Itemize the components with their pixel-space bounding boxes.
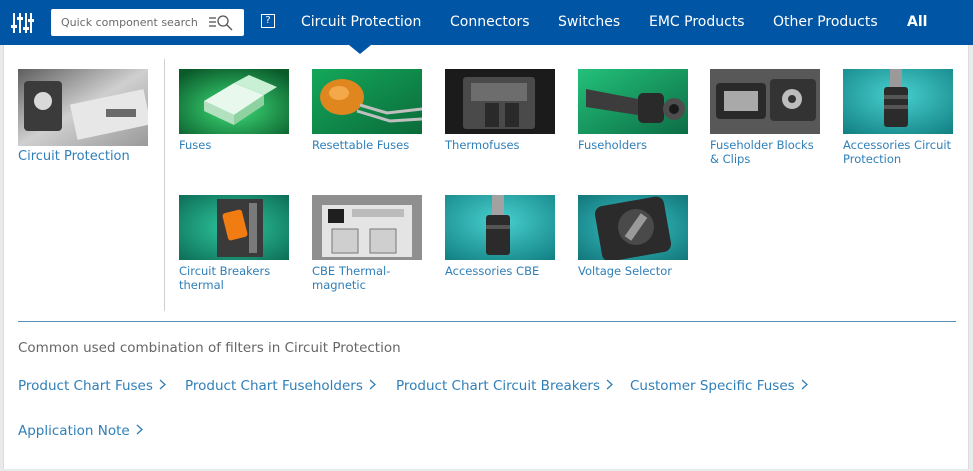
fuses-image <box>179 69 289 134</box>
link-application-note[interactable]: Application Note <box>18 423 143 439</box>
accessories-cbe-image <box>445 195 555 260</box>
mega-menu-panel: Circuit Protection Fuses Resettable Fuse… <box>3 45 969 469</box>
link-label: Product Chart Fuses <box>18 378 153 394</box>
nav-emc-products[interactable]: EMC Products <box>649 14 745 30</box>
tile-label: Fuseholders <box>578 138 647 152</box>
tile-label: Accessories Circuit Protection <box>843 138 952 166</box>
fuseholders-image <box>578 69 688 134</box>
tile-fuseholders[interactable]: Fuseholders <box>578 69 688 152</box>
top-navbar: ? Circuit Protection Connectors Switches… <box>0 0 973 45</box>
thermofuses-image <box>445 69 555 134</box>
accessories-image <box>843 69 953 134</box>
filters-title: Common used combination of filters in Ci… <box>18 340 401 356</box>
circuit-protection-image[interactable] <box>18 69 148 146</box>
tile-fuses[interactable]: Fuses <box>179 69 289 152</box>
resettable-fuses-image <box>312 69 422 134</box>
category-label[interactable]: Circuit Protection <box>18 150 148 164</box>
tile-label: Thermofuses <box>445 138 520 152</box>
link-product-chart-fuses[interactable]: Product Chart Fuses <box>18 378 166 394</box>
tile-accessories-cbe[interactable]: Accessories CBE <box>445 195 555 278</box>
nav-circuit-protection[interactable]: Circuit Protection <box>301 14 421 30</box>
tile-cbe-thermal-magnetic[interactable]: CBE Thermal-magnetic <box>312 195 422 292</box>
horizontal-divider <box>18 321 956 322</box>
tile-thermofuses[interactable]: Thermofuses <box>445 69 555 152</box>
cbe-thermal-magnetic-image <box>312 195 422 260</box>
link-label: Product Chart Fuseholders <box>185 378 363 394</box>
voltage-selector-image <box>578 195 688 260</box>
link-label: Product Chart Circuit Breakers <box>396 378 601 394</box>
tile-label: CBE Thermal-magnetic <box>312 264 391 292</box>
link-product-chart-circuit-breakers[interactable]: Product Chart Circuit Breakers <box>396 378 613 394</box>
nav-connectors[interactable]: Connectors <box>450 14 530 30</box>
nav-switches[interactable]: Switches <box>558 14 620 30</box>
link-label: Application Note <box>18 423 130 439</box>
link-label: Customer Specific Fuses <box>630 378 795 394</box>
vertical-divider <box>164 59 165 311</box>
link-product-chart-fuseholders[interactable]: Product Chart Fuseholders <box>185 378 376 394</box>
tile-label: Fuseholder Blocks & Clips <box>710 138 814 166</box>
chevron-right-icon <box>136 423 143 439</box>
tile-label: Fuses <box>179 138 212 152</box>
search-icon[interactable] <box>208 14 234 31</box>
active-nav-caret <box>349 45 371 54</box>
tile-label: Accessories CBE <box>445 264 540 278</box>
tile-accessories-circuit-protection[interactable]: Accessories Circuit Protection <box>843 69 953 166</box>
tile-resettable-fuses[interactable]: Resettable Fuses <box>312 69 422 152</box>
search-input[interactable] <box>61 16 201 29</box>
fuseholder-blocks-image <box>710 69 820 134</box>
circuit-breakers-image <box>179 195 289 260</box>
sliders-icon <box>11 12 34 33</box>
nav-other-products[interactable]: Other Products <box>773 14 878 30</box>
chevron-right-icon <box>369 378 376 394</box>
chevron-right-icon <box>801 378 808 394</box>
search-box <box>51 9 244 36</box>
tile-fuseholder-blocks-clips[interactable]: Fuseholder Blocks & Clips <box>710 69 820 166</box>
chevron-right-icon <box>159 378 166 394</box>
nav-all[interactable]: All <box>907 14 927 30</box>
tile-label: Circuit Breakers thermal <box>179 264 271 292</box>
filters-menu-button[interactable] <box>0 0 44 45</box>
tile-label: Resettable Fuses <box>312 138 410 152</box>
tile-voltage-selector[interactable]: Voltage Selector <box>578 195 688 278</box>
tile-circuit-breakers-thermal[interactable]: Circuit Breakers thermal <box>179 195 289 292</box>
help-icon[interactable]: ? <box>261 14 275 28</box>
link-customer-specific-fuses[interactable]: Customer Specific Fuses <box>630 378 808 394</box>
tile-label: Voltage Selector <box>578 264 673 278</box>
chevron-right-icon <box>606 378 613 394</box>
